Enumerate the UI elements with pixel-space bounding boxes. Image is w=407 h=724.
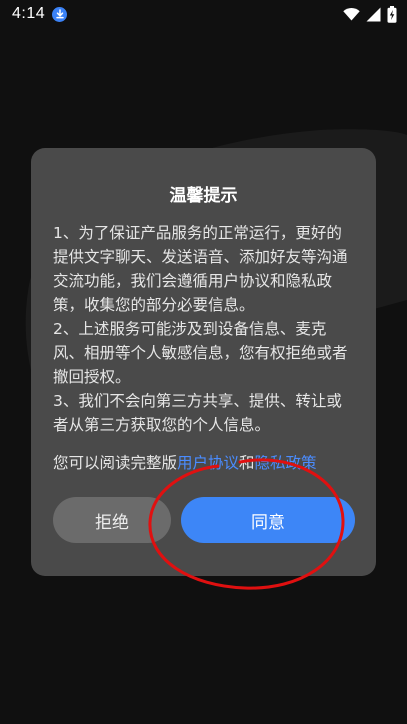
dialog-body: 1、为了保证产品服务的正常运行，更好的提供文字聊天、发送语音、添加好友等沟通交流… bbox=[53, 221, 357, 437]
agree-button-label: 同意 bbox=[251, 512, 285, 533]
signal-icon bbox=[366, 7, 381, 21]
read-full-version-line: 您可以阅读完整版用户协议和隐私政策 bbox=[53, 451, 357, 475]
status-bar: 4:14 bbox=[0, 0, 407, 28]
dialog-paragraph-1: 1、为了保证产品服务的正常运行，更好的提供文字聊天、发送语音、添加好友等沟通交流… bbox=[53, 224, 348, 314]
status-icons bbox=[343, 5, 397, 23]
dialog-paragraph-2: 2、上述服务可能涉及到设备信息、麦克风、相册等个人敏感信息，您有权拒绝或者撤回授… bbox=[53, 320, 348, 386]
wifi-icon bbox=[343, 8, 360, 21]
agree-button[interactable]: 同意 bbox=[181, 497, 355, 543]
battery-charging-icon bbox=[387, 5, 397, 23]
and-text: 和 bbox=[239, 454, 255, 472]
privacy-policy-link[interactable]: 隐私政策 bbox=[255, 454, 317, 472]
dialog-paragraph-3: 3、我们不会向第三方共享、提供、转让或者从第三方获取您的个人信息。 bbox=[53, 392, 342, 434]
user-agreement-link[interactable]: 用户协议 bbox=[177, 454, 239, 472]
dialog-title: 温馨提示 bbox=[169, 186, 238, 206]
privacy-dialog: 温馨提示 1、为了保证产品服务的正常运行，更好的提供文字聊天、发送语音、添加好友… bbox=[31, 148, 376, 576]
read-prefix-text: 您可以阅读完整版 bbox=[53, 454, 178, 472]
reject-button[interactable]: 拒绝 bbox=[53, 497, 171, 543]
status-time: 4:14 bbox=[12, 5, 46, 22]
download-icon bbox=[52, 6, 68, 22]
reject-button-label: 拒绝 bbox=[95, 512, 129, 533]
